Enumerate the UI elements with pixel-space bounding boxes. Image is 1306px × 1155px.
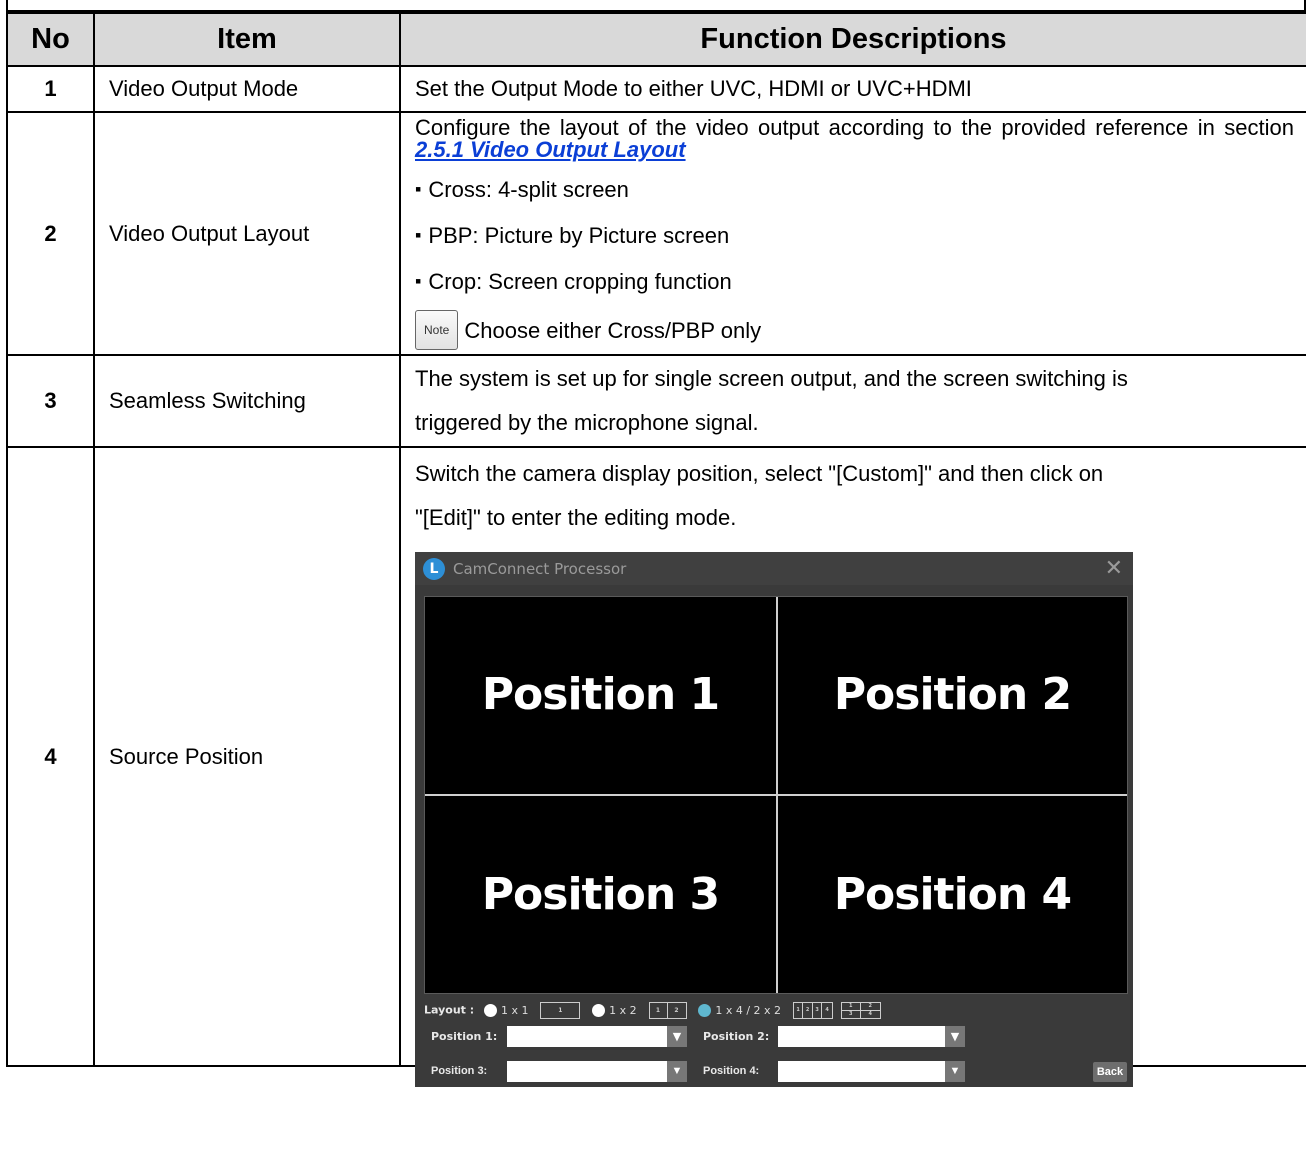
row-description: The system is set up for single screen o… [399, 354, 1306, 448]
layout-1x1-preview: 1 [540, 1002, 581, 1019]
page-frame-top [6, 0, 1306, 12]
back-button[interactable]: Back [1093, 1062, 1127, 1082]
position-4-label[interactable]: Position 4 [777, 869, 1128, 920]
layout-1x1-radio[interactable] [483, 1004, 497, 1017]
row-item: Video Output Layout [93, 111, 401, 356]
position-4-field-label: Position 4: [703, 1065, 760, 1077]
function-table: No Item Function Descriptions 1 Video Ou… [6, 12, 1306, 1087]
table-row: 1 Video Output Mode Set the Output Mode … [6, 65, 1306, 113]
layout-1x2-preview: 12 [648, 1002, 687, 1019]
layout-1x4-preview: 1234 [792, 1002, 833, 1019]
section-link[interactable]: 2.5.1 Video Output Layout [415, 137, 686, 162]
layout-2x2-preview: 1 23 4 [840, 1002, 881, 1019]
preview-cell: 1 [558, 1007, 563, 1014]
preview-cell: 1 [650, 1003, 668, 1018]
row-item: Video Output Mode [93, 65, 401, 113]
position-2-select[interactable]: ▼ [778, 1026, 965, 1047]
position-3-label[interactable]: Position 3 [425, 869, 776, 920]
bullet-pbp: PBP: Picture by Picture screen [415, 219, 1294, 254]
position-1-field-label: Position 1: [431, 1030, 498, 1043]
preview-cell: 1 [841, 1003, 861, 1011]
header-item: Item [93, 12, 401, 67]
position-3-field-label: Position 3: [431, 1065, 488, 1077]
bullet-cross: Cross: 4-split screen [415, 173, 1294, 208]
preview-cell: 3 [813, 1003, 823, 1018]
table-row: 4 Source Position Switch the camera disp… [6, 446, 1306, 1087]
camconnect-window: L CamConnect Processor ✕ Position 1 Posi… [415, 552, 1133, 1057]
chevron-down-icon[interactable]: ▼ [945, 1026, 965, 1047]
layout-1x4-label: 1 x 4 / 2 x 2 [715, 1004, 782, 1017]
chevron-down-icon[interactable]: ▼ [945, 1061, 965, 1082]
layout-1x1-label: 1 x 1 [500, 1004, 529, 1017]
preview-cell: 2 [803, 1003, 813, 1018]
app-logo-icon: L [423, 557, 445, 580]
close-icon[interactable]: ✕ [1105, 556, 1123, 581]
position-1-select[interactable]: ▼ [507, 1026, 687, 1047]
row-description: Configure the layout of the video output… [399, 111, 1306, 356]
description-line: Switch the camera display position, sele… [415, 461, 1104, 486]
table-header-row: No Item Function Descriptions [6, 12, 1306, 67]
selector-row-background: Position 3: ▼ Position 4: ▼ Back [415, 1057, 1133, 1087]
window-title: CamConnect Processor [453, 559, 627, 578]
preview-cell: 2 [674, 1007, 679, 1014]
row-description: Switch the camera display position, sele… [399, 446, 1306, 1087]
row-number: 1 [6, 65, 95, 113]
table-row: 2 Video Output Layout Configure the layo… [6, 111, 1306, 356]
position-4-select[interactable]: ▼ [778, 1061, 965, 1082]
video-preview: Position 1 Position 2 Position 3 Positio… [424, 596, 1128, 994]
bullet-crop: Crop: Screen cropping function [415, 265, 1294, 300]
note-badge: Note [415, 310, 459, 350]
header-function-descriptions: Function Descriptions [399, 12, 1306, 67]
position-3-select[interactable]: ▼ [507, 1061, 687, 1082]
row-number: 2 [6, 111, 95, 356]
note-line: Note Choose either Cross/PBP only [415, 310, 1294, 350]
chevron-down-icon[interactable]: ▼ [667, 1026, 687, 1047]
layout-1x2-radio[interactable] [592, 1004, 606, 1017]
header-no: No [6, 12, 95, 67]
position-2-field-label: Position 2: [703, 1030, 770, 1043]
preview-cell: 3 [842, 1010, 861, 1018]
note-text: Choose either Cross/PBP only [464, 318, 762, 343]
position-2-label[interactable]: Position 2 [777, 669, 1128, 720]
description-line: "[Edit]" to enter the editing mode. [415, 505, 737, 530]
divider-horizontal [425, 794, 1127, 796]
preview-cell: 4 [868, 1010, 872, 1017]
row-number: 3 [6, 354, 95, 448]
chevron-down-icon[interactable]: ▼ [667, 1061, 687, 1082]
row-item: Seamless Switching [93, 354, 401, 448]
layout-label: Layout : [424, 1003, 475, 1017]
row-number: 4 [6, 446, 95, 1067]
row-description: Set the Output Mode to either UVC, HDMI … [399, 65, 1306, 113]
description-line: triggered by the microphone signal. [415, 410, 759, 435]
preview-cell: 1 [794, 1003, 804, 1018]
layout-1x4-radio[interactable] [698, 1004, 712, 1017]
layout-controls: Layout : 1 x 1 1 1 x 2 12 1 x 4 / 2 x 2 … [424, 1002, 889, 1019]
preview-cell: 4 [825, 1007, 829, 1013]
table-row: 3 Seamless Switching The system is set u… [6, 354, 1306, 448]
window-title-bar: L CamConnect Processor ✕ [415, 552, 1133, 585]
preview-cell: 2 [860, 1003, 880, 1011]
row-item: Source Position [93, 446, 401, 1067]
description-line: The system is set up for single screen o… [415, 366, 1128, 391]
layout-1x2-label: 1 x 2 [609, 1004, 637, 1017]
description-paragraph: Configure the layout of the video output… [415, 117, 1294, 161]
position-1-label[interactable]: Position 1 [425, 669, 776, 720]
